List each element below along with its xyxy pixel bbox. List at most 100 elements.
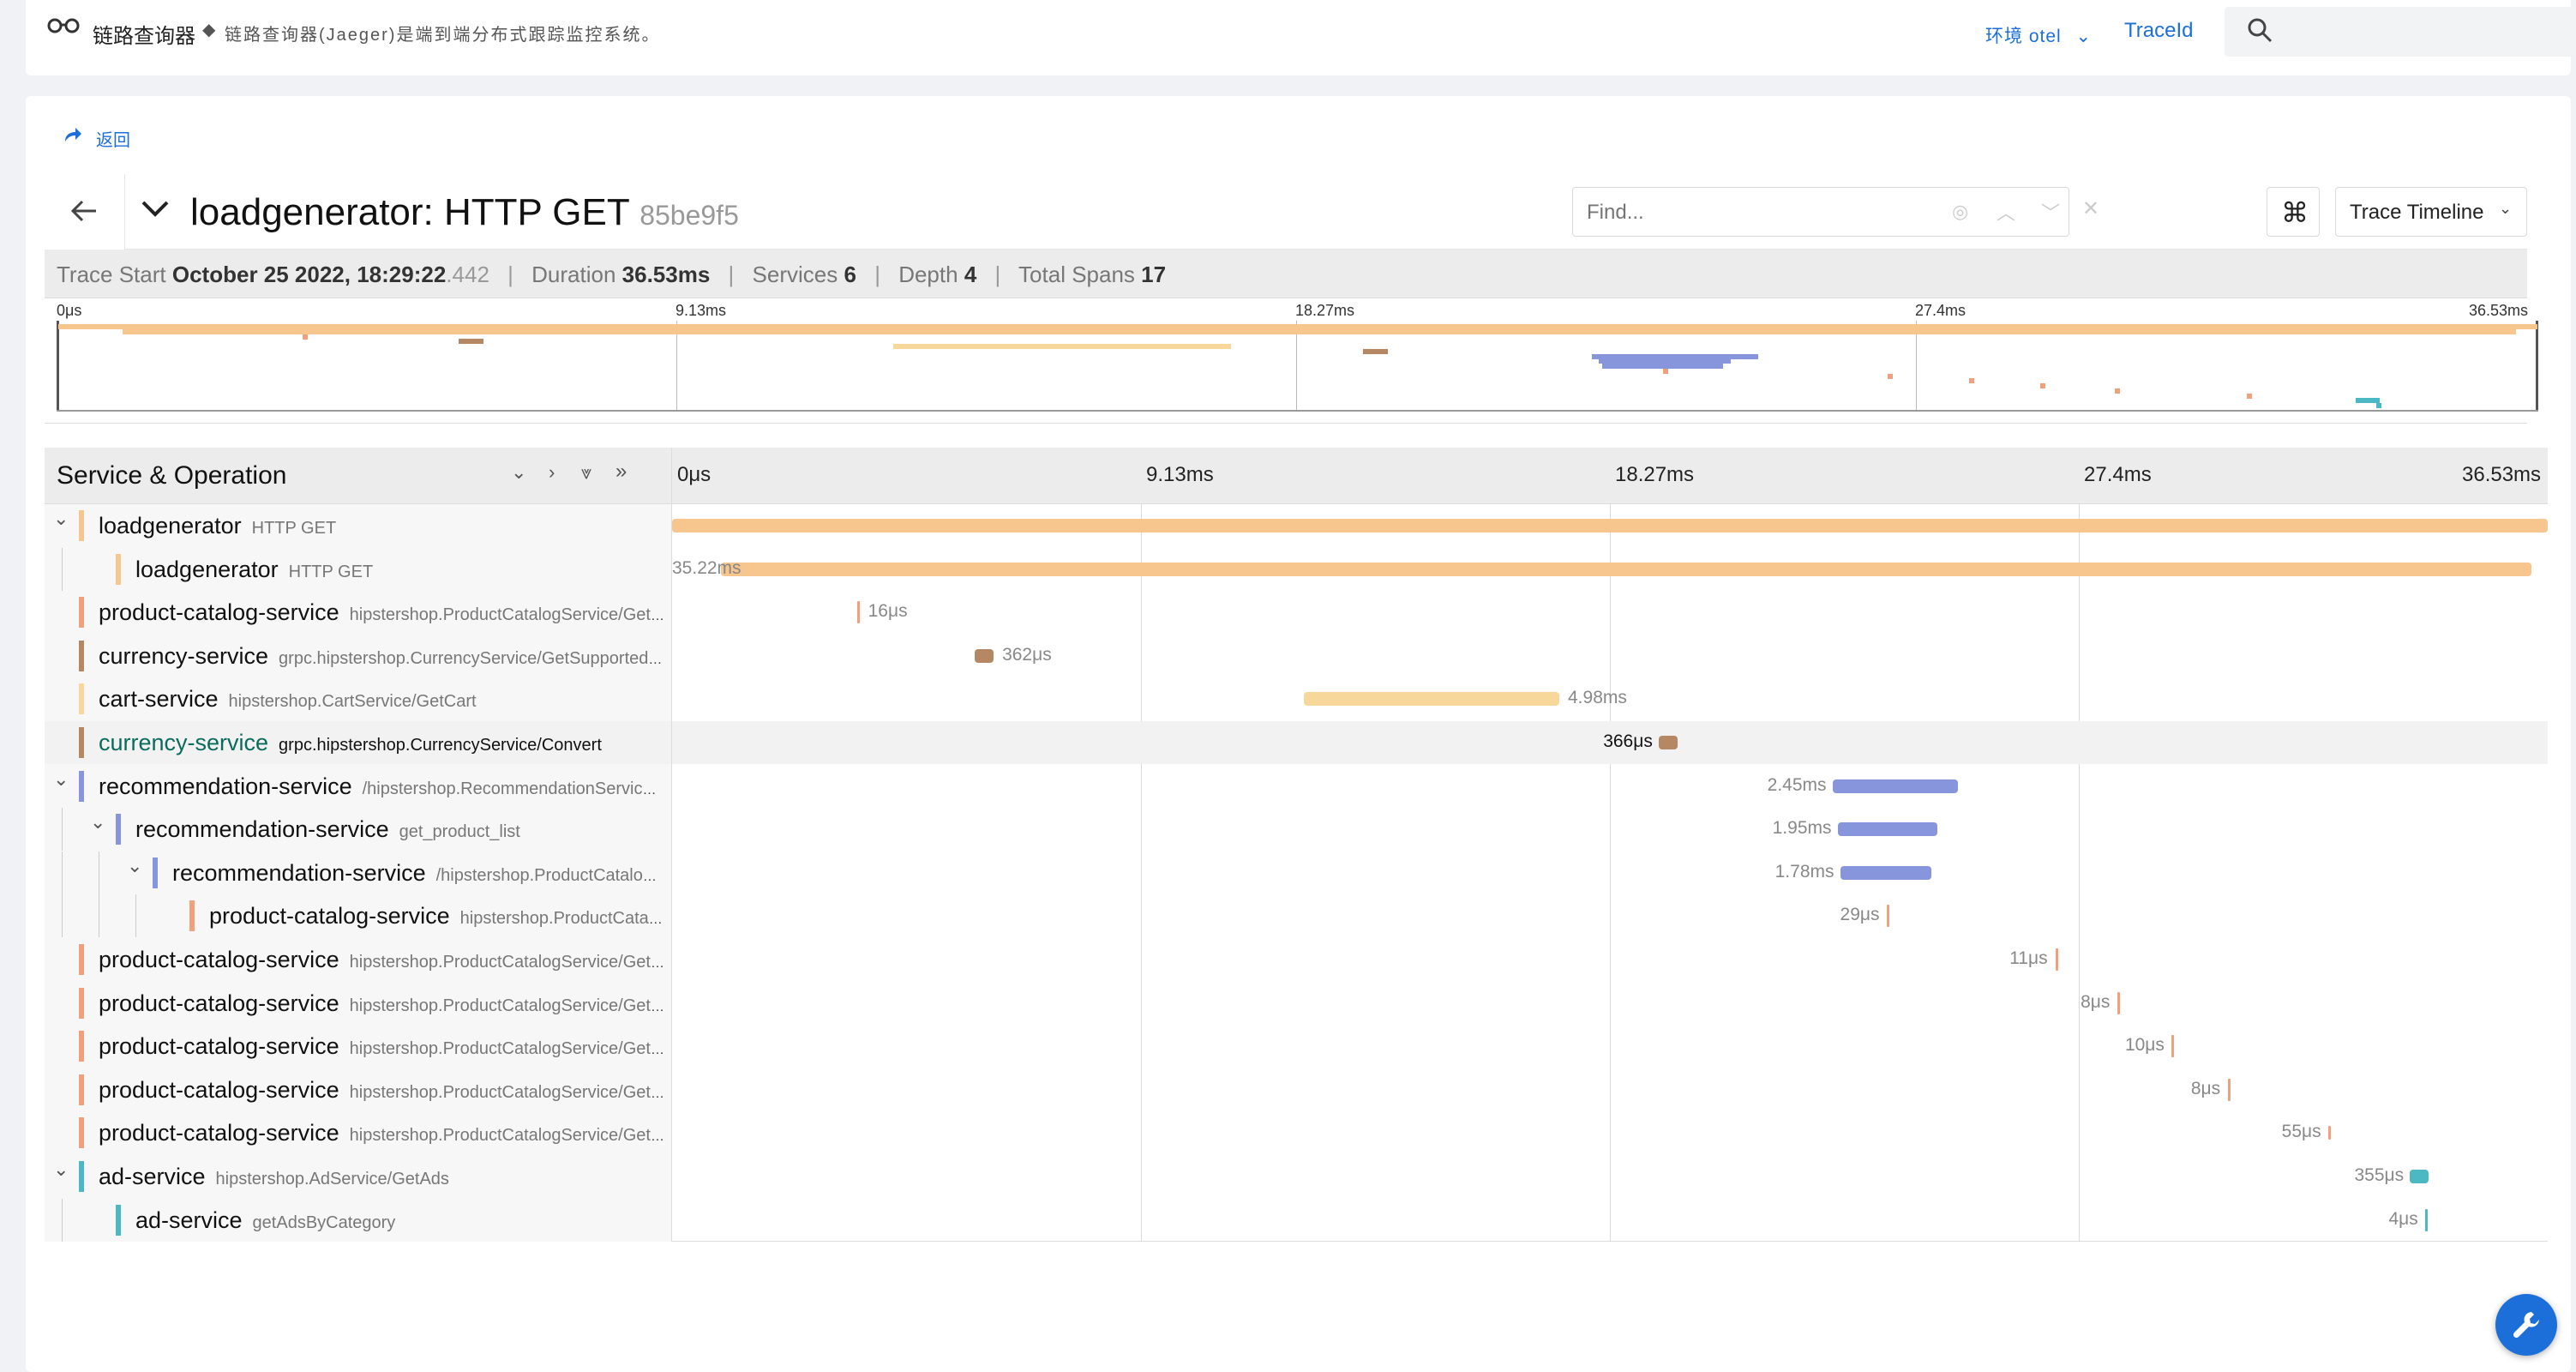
chevron-down-icon[interactable]: ⌄	[90, 811, 105, 833]
span-row[interactable]: ⌄ recommendation-service get_product_list	[45, 808, 671, 851]
collapse-chevron-icon[interactable]	[141, 198, 170, 223]
span-row[interactable]: ⌄ recommendation-service/hipstershop.Reco…	[45, 765, 671, 808]
span-bar[interactable]	[2425, 1209, 2429, 1231]
span-row[interactable]: product-catalog-service hipstershop.Produ…	[45, 1068, 671, 1111]
span-bar[interactable]	[672, 519, 2548, 533]
chevron-down-icon[interactable]: ⌄	[53, 1158, 69, 1181]
span-bar-row[interactable]: 11μs	[672, 938, 2548, 981]
span-bar-row[interactable]: 29μs	[672, 894, 2548, 937]
span-name: currency-service grpc.hipstershop.Currenc…	[99, 730, 664, 756]
span-row[interactable]: loadgenerator HTTP GET	[45, 548, 671, 591]
service-color-bar	[79, 988, 84, 1019]
span-service: ad-service	[99, 1164, 206, 1189]
tree-guide	[135, 894, 136, 937]
chevron-down-icon[interactable]: ⌄	[53, 768, 69, 791]
settings-fab[interactable]	[2495, 1294, 2557, 1356]
expand-one-icon[interactable]: ›	[549, 461, 555, 484]
span-row[interactable]: product-catalog-service hipstershop.Produ…	[45, 591, 671, 634]
chevron-up-icon[interactable]: ︿	[1997, 198, 2015, 226]
span-bar[interactable]	[720, 563, 2532, 576]
find-box[interactable]: ◎ ︿ ﹀ ✕	[1572, 187, 2099, 237]
span-bar[interactable]	[1840, 866, 1932, 880]
span-bar[interactable]	[2410, 1170, 2429, 1183]
traceid-select[interactable]: TraceId	[2124, 19, 2193, 43]
span-row[interactable]: product-catalog-service hipstershop.Produ…	[45, 982, 671, 1025]
span-bar-row[interactable]: 16μs	[672, 591, 2548, 634]
span-bar-row[interactable]: 4μs	[672, 1199, 2548, 1242]
span-operation: grpc.hipstershop.CurrencyService/GetSupp…	[279, 649, 664, 668]
span-bar[interactable]	[856, 601, 860, 623]
span-duration-label: 4.98ms	[1568, 688, 1627, 707]
expand-all-icon[interactable]: »	[615, 460, 627, 484]
span-row[interactable]: currency-service grpc.hipstershop.Currenc…	[45, 635, 671, 677]
span-bar-row[interactable]: 8μs	[672, 982, 2548, 1025]
span-operation: hipstershop.CartService/GetCart	[228, 692, 477, 711]
depth-label: Depth	[898, 262, 958, 287]
span-bar-row[interactable]: 355μs	[672, 1155, 2548, 1198]
minimap-handle-right[interactable]	[2536, 321, 2538, 412]
keyboard-shortcuts-button[interactable]: ⌘	[2267, 187, 2320, 237]
span-bar[interactable]	[1832, 779, 1959, 793]
span-row[interactable]: product-catalog-service hipstershop.Produ…	[45, 938, 671, 981]
span-row[interactable]: product-catalog-service hipstershop.Produ…	[45, 894, 671, 937]
span-name: ad-service getAdsByCategory	[135, 1207, 664, 1234]
span-duration-label: 8μs	[2190, 1079, 2221, 1098]
span-service: product-catalog-service	[99, 947, 339, 972]
trace-title: loadgenerator: HTTP GET 85be9f5	[190, 191, 739, 233]
top-bar: 链路查询器 ◆ 链路查询器(Jaeger)是端到端分布式跟踪监控系统。 环境 o…	[26, 0, 2576, 75]
span-bar[interactable]	[1837, 822, 1938, 836]
back-button[interactable]	[45, 174, 125, 250]
close-icon[interactable]: ✕	[2082, 196, 2099, 221]
span-row[interactable]: cart-service hipstershop.CartService/GetC…	[45, 677, 671, 720]
search-input[interactable]	[2278, 14, 2561, 50]
span-bar-row[interactable]: 8μs	[672, 1068, 2548, 1111]
span-bar-row[interactable]: 10μs	[672, 1025, 2548, 1068]
trace-search[interactable]	[2225, 7, 2576, 57]
view-mode-select[interactable]: Trace Timeline ⌄	[2335, 187, 2527, 237]
span-row[interactable]: product-catalog-service hipstershop.Produ…	[45, 1025, 671, 1068]
span-bar-row[interactable]: 1.78ms	[672, 851, 2548, 894]
span-row[interactable]: ⌄ loadgenerator HTTP GET	[45, 504, 671, 547]
span-bar-row[interactable]: 366μs	[672, 721, 2548, 764]
span-row[interactable]: ad-service getAdsByCategory	[45, 1199, 671, 1242]
minimap-span	[2247, 393, 2253, 399]
header-title: Service & Operation	[57, 461, 287, 490]
span-bar-row[interactable]: 1.95ms	[672, 808, 2548, 851]
span-name: currency-service grpc.hipstershop.Currenc…	[99, 643, 664, 670]
span-bar[interactable]	[2117, 992, 2121, 1014]
span-bar-row[interactable]: 4.98ms	[672, 677, 2548, 720]
span-duration-label: 362μs	[1002, 645, 1052, 665]
collapse-one-icon[interactable]: ⌄	[511, 461, 526, 484]
span-bar-row[interactable]	[672, 504, 2548, 547]
span-bar[interactable]	[975, 649, 994, 663]
span-row[interactable]: ⌄ recommendation-service/hipstershop.Prod…	[45, 851, 671, 894]
collapse-all-icon[interactable]: ⩔	[581, 461, 591, 484]
find-input[interactable]	[1587, 196, 1964, 229]
span-bar[interactable]	[2171, 1035, 2174, 1057]
span-service: currency-service	[99, 730, 269, 755]
services-value: 6	[844, 262, 856, 287]
span-bar[interactable]	[2056, 948, 2059, 971]
span-bar-row[interactable]: 2.45ms	[672, 765, 2548, 808]
env-select[interactable]: 环境 otel ⌄	[1985, 22, 2092, 48]
locate-icon[interactable]: ◎	[1952, 201, 1968, 223]
span-row[interactable]: currency-service grpc.hipstershop.Currenc…	[45, 721, 671, 764]
chevron-down-icon[interactable]: ﹀	[2041, 198, 2060, 226]
span-bar-row[interactable]: 362μs	[672, 635, 2548, 677]
span-bar-row[interactable]: 55μs	[672, 1111, 2548, 1154]
span-bar[interactable]	[2227, 1079, 2231, 1101]
chevron-down-icon[interactable]: ⌄	[53, 508, 69, 530]
span-bar[interactable]	[1886, 905, 1889, 927]
trace-minimap[interactable]: 0μs 9.13ms 18.27ms 27.4ms 36.53ms	[45, 298, 2538, 424]
span-bar[interactable]	[2327, 1126, 2331, 1140]
minimap-handle-left[interactable]	[57, 321, 59, 412]
span-row[interactable]: ⌄ ad-service hipstershop.AdService/GetAds	[45, 1155, 671, 1198]
chevron-down-icon[interactable]: ⌄	[127, 855, 142, 877]
span-service: cart-service	[99, 686, 219, 712]
span-bar-row[interactable]: 35.22ms	[672, 548, 2548, 591]
span-row[interactable]: product-catalog-service hipstershop.Produ…	[45, 1111, 671, 1154]
span-operation: grpc.hipstershop.CurrencyService/Convert	[279, 736, 602, 755]
span-bar[interactable]	[1303, 692, 1559, 706]
span-bar[interactable]	[1659, 736, 1678, 749]
service-color-bar	[79, 510, 84, 541]
